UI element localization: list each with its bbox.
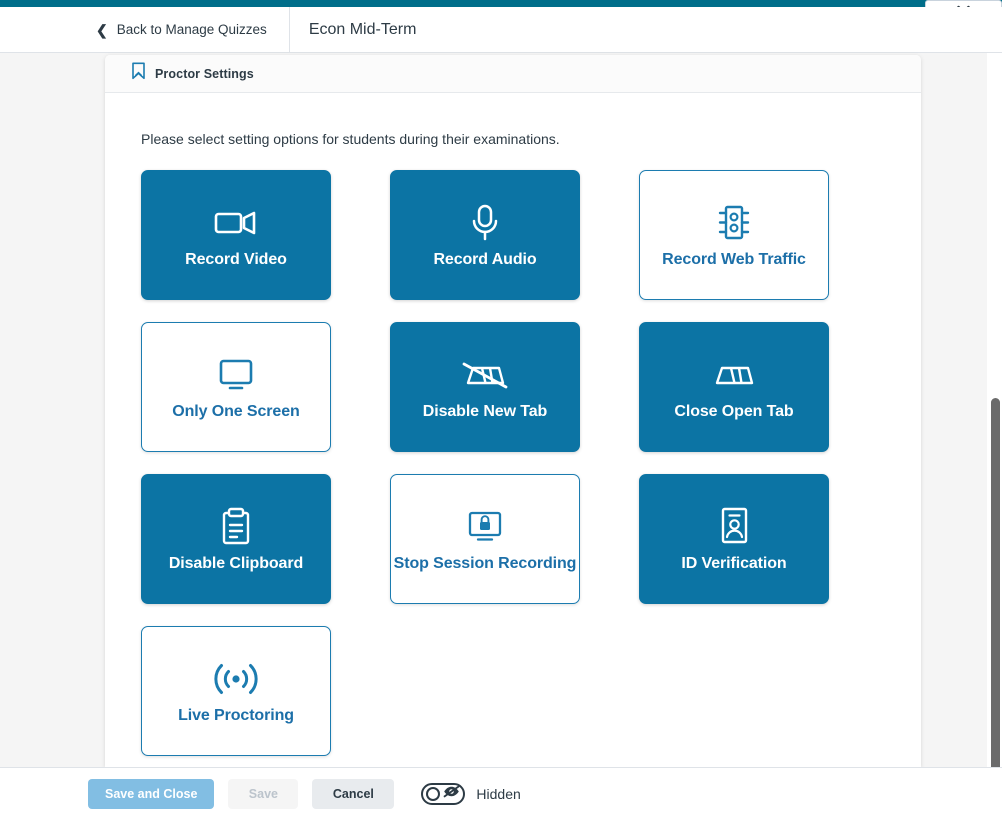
footer-action-bar: Save and Close Save Cancel Hidden (0, 767, 1002, 820)
monitor-lock-icon (466, 504, 504, 550)
visibility-toggle-label: Hidden (476, 786, 521, 802)
toggle-knob (426, 787, 441, 801)
option-card-record-audio[interactable]: Record Audio (390, 170, 580, 300)
option-card-disable-clipboard[interactable]: Disable Clipboard (141, 474, 331, 604)
clipboard-icon (219, 504, 253, 550)
video-camera-icon (213, 200, 259, 246)
eye-slash-icon (443, 785, 460, 803)
panel-header: Proctor Settings (105, 55, 921, 93)
option-label: Record Web Traffic (662, 251, 806, 269)
option-label: Record Audio (433, 251, 537, 269)
option-label: Disable Clipboard (168, 555, 304, 573)
tabs-slashed-icon (459, 352, 511, 398)
cancel-button[interactable]: Cancel (312, 779, 395, 809)
option-card-live-proctoring[interactable]: Live Proctoring (141, 626, 331, 756)
header-divider (288, 6, 290, 53)
proctor-options-grid: Record Video Record Audio Record Web Tra… (141, 170, 921, 756)
option-label: Disable New Tab (422, 403, 548, 421)
chevron-left-icon: ❮ (96, 21, 108, 38)
option-label: Stop Session Recording (393, 555, 577, 573)
panel-title: Proctor Settings (155, 66, 254, 81)
monitor-icon (215, 352, 257, 398)
traffic-light-icon (714, 200, 754, 246)
bookmark-icon (131, 62, 146, 85)
option-card-id-verification[interactable]: ID Verification (639, 474, 829, 604)
scrollbar-thumb[interactable] (991, 398, 1000, 814)
tabs-icon (708, 352, 760, 398)
option-card-stop-session-recording[interactable]: Stop Session Recording (390, 474, 580, 604)
option-label: ID Verification (681, 555, 787, 573)
option-card-disable-new-tab[interactable]: Disable New Tab (390, 322, 580, 452)
visibility-toggle-switch[interactable] (421, 783, 466, 805)
save-and-close-button[interactable]: Save and Close (88, 779, 215, 809)
option-label: Close Open Tab (674, 403, 794, 421)
back-link-label: Back to Manage Quizzes (116, 22, 267, 37)
page-scrollbar[interactable] (987, 53, 1002, 814)
broadcast-icon (207, 656, 265, 702)
page-title: Econ Mid-Term (308, 20, 417, 38)
app-root: ❮ Back to Manage Quizzes Econ Mid-Term P… (0, 0, 1002, 820)
panel-body: Please select setting options for studen… (105, 93, 921, 756)
option-card-record-video[interactable]: Record Video (141, 170, 331, 300)
save-button[interactable]: Save (228, 779, 299, 809)
option-card-close-open-tab[interactable]: Close Open Tab (639, 322, 829, 452)
proctor-settings-panel: Proctor Settings Please select setting o… (105, 55, 921, 767)
microphone-icon (468, 200, 502, 246)
option-label: Live Proctoring (178, 707, 294, 725)
id-card-icon (717, 504, 751, 550)
intro-text: Please select setting options for studen… (141, 131, 560, 147)
option-label: Only One Screen (172, 403, 300, 421)
back-to-manage-quizzes-link[interactable]: ❮ Back to Manage Quizzes (96, 7, 289, 53)
visibility-toggle[interactable]: Hidden (421, 783, 521, 805)
option-label: Record Video (185, 251, 287, 269)
page-header: ❮ Back to Manage Quizzes Econ Mid-Term (0, 6, 1002, 53)
option-card-only-one-screen[interactable]: Only One Screen (141, 322, 331, 452)
option-card-record-web-traffic[interactable]: Record Web Traffic (639, 170, 829, 300)
